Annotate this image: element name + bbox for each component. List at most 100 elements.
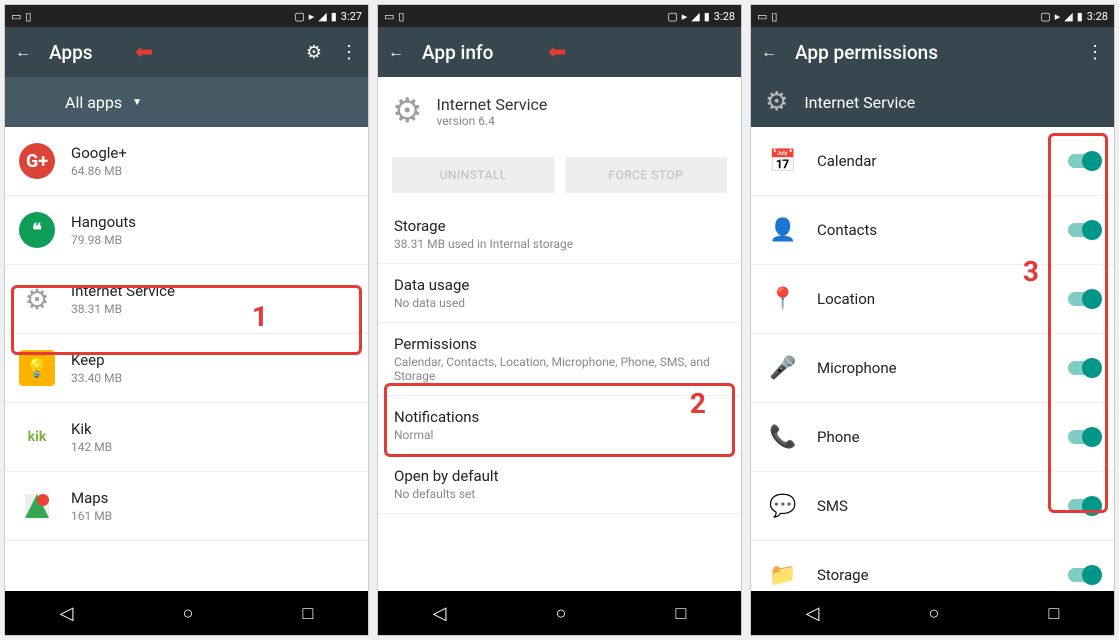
app-row[interactable]: kik Kik 142 MB <box>5 403 368 472</box>
app-name: Google+ <box>71 144 354 162</box>
phone-apps: ▭ ▯ ▢ ▸ ◢ ▮ 3:27 ← Apps ⚙ ⋮ All apps ▼ G… <box>4 4 369 636</box>
permissions-section[interactable]: Permissions Calendar, Contacts, Location… <box>378 323 741 396</box>
app-bar: ← Apps ⚙ ⋮ <box>5 27 368 77</box>
filter-bar[interactable]: All apps ▼ <box>5 77 368 127</box>
app-size: 79.98 MB <box>71 233 354 247</box>
nav-back-icon[interactable]: ◁ <box>433 603 447 624</box>
app-name: Internet Service <box>804 93 915 112</box>
nav-back-icon[interactable]: ◁ <box>60 603 74 624</box>
back-icon[interactable]: ← <box>15 42 31 62</box>
hangouts-icon: ❝ <box>19 212 55 248</box>
settings-icon[interactable]: ⚙ <box>306 42 322 63</box>
open-default-section[interactable]: Open by default No defaults set <box>378 455 741 514</box>
app-row[interactable]: G+ Google+ 64.86 MB <box>5 127 368 196</box>
perm-toggle[interactable] <box>1068 568 1100 582</box>
battery-icon: ▮ <box>1077 10 1083 23</box>
location-icon: 📍 <box>765 281 801 317</box>
perm-label: Location <box>817 290 1052 308</box>
data-usage-section[interactable]: Data usage No data used <box>378 264 741 323</box>
overflow-icon[interactable]: ⋮ <box>340 42 358 63</box>
overflow-icon[interactable]: ⋮ <box>1086 42 1104 63</box>
storage-icon: 📁 <box>765 557 801 591</box>
perm-toggle[interactable] <box>1068 223 1100 237</box>
status-bar: ▭ ▯ ▢ ▸ ◢ ▮ 3:28 <box>378 5 741 27</box>
app-size: 33.40 MB <box>71 371 354 385</box>
nav-recent-icon[interactable]: □ <box>1049 603 1060 624</box>
notification-icon: ▯ <box>398 10 404 23</box>
maps-icon <box>19 488 55 524</box>
perm-label: Calendar <box>817 152 1052 170</box>
uninstall-button[interactable]: UNINSTALL <box>392 157 555 193</box>
nav-home-icon[interactable]: ○ <box>929 603 940 624</box>
appbar-title: Apps <box>49 41 288 64</box>
notification-icon: ▯ <box>771 10 777 23</box>
notifications-section[interactable]: Notifications Normal <box>378 396 741 455</box>
gear-icon: ⚙ <box>765 87 788 117</box>
section-title: Notifications <box>394 408 725 426</box>
wifi-icon: ▸ <box>1055 10 1061 23</box>
perm-row-storage: 📁 Storage <box>751 541 1114 591</box>
kik-icon: kik <box>19 419 55 455</box>
app-row[interactable]: 💡 Keep 33.40 MB <box>5 334 368 403</box>
button-row: UNINSTALL FORCE STOP <box>378 145 741 205</box>
back-icon[interactable]: ← <box>388 42 404 62</box>
notification-icon: ▭ <box>384 10 394 23</box>
calendar-icon: 📅 <box>765 143 801 179</box>
battery-icon: ▮ <box>331 10 337 23</box>
app-name: Keep <box>71 351 354 369</box>
perm-row-phone: 📞 Phone <box>751 403 1114 472</box>
perm-toggle[interactable] <box>1068 154 1100 168</box>
app-version: version 6.4 <box>436 114 547 128</box>
wifi-icon: ▸ <box>309 10 315 23</box>
app-list: G+ Google+ 64.86 MB ❝ Hangouts 79.98 MB … <box>5 127 368 591</box>
vibrate-icon: ▢ <box>667 10 677 23</box>
perm-toggle[interactable] <box>1068 361 1100 375</box>
sms-icon: 💬 <box>765 488 801 524</box>
app-name: Maps <box>71 489 354 507</box>
vibrate-icon: ▢ <box>1040 10 1050 23</box>
back-icon[interactable]: ← <box>761 42 777 62</box>
section-title: Data usage <box>394 276 725 294</box>
app-size: 64.86 MB <box>71 164 354 178</box>
nav-recent-icon[interactable]: □ <box>676 603 687 624</box>
app-row[interactable]: ❝ Hangouts 79.98 MB <box>5 196 368 265</box>
permission-list: 📅 Calendar 👤 Contacts 📍 Location 🎤 Micro… <box>751 127 1114 591</box>
section-title: Permissions <box>394 335 725 353</box>
storage-section[interactable]: Storage 38.31 MB used in Internal storag… <box>378 205 741 264</box>
contacts-icon: 👤 <box>765 212 801 248</box>
notification-icon: ▯ <box>25 10 31 23</box>
app-header: ⚙ Internet Service version 6.4 <box>378 77 741 145</box>
section-sub: No defaults set <box>394 487 725 501</box>
perm-row-location: 📍 Location <box>751 265 1114 334</box>
app-name: Internet Service <box>436 95 547 114</box>
app-size: 161 MB <box>71 509 354 523</box>
section-title: Storage <box>394 217 725 235</box>
nav-bar: ◁ ○ □ <box>751 591 1114 635</box>
nav-home-icon[interactable]: ○ <box>183 603 194 624</box>
app-name: Internet Service <box>71 282 354 300</box>
perm-row-contacts: 👤 Contacts <box>751 196 1114 265</box>
app-row-internet-service[interactable]: ⚙ Internet Service 38.31 MB <box>5 265 368 334</box>
notification-icon: ▭ <box>757 10 767 23</box>
status-bar: ▭ ▯ ▢ ▸ ◢ ▮ 3:28 <box>751 5 1114 27</box>
perm-toggle[interactable] <box>1068 292 1100 306</box>
app-size: 142 MB <box>71 440 354 454</box>
keep-icon: 💡 <box>19 350 55 386</box>
app-row[interactable]: Maps 161 MB <box>5 472 368 541</box>
perm-toggle[interactable] <box>1068 430 1100 444</box>
signal-icon: ◢ <box>1064 10 1072 23</box>
gear-icon: ⚙ <box>19 281 55 317</box>
force-stop-button[interactable]: FORCE STOP <box>565 157 728 193</box>
app-bar: ← App info <box>378 27 741 77</box>
section-title: Open by default <box>394 467 725 485</box>
perm-toggle[interactable] <box>1068 499 1100 513</box>
nav-recent-icon[interactable]: □ <box>303 603 314 624</box>
filter-label: All apps <box>65 93 122 112</box>
nav-back-icon[interactable]: ◁ <box>806 603 820 624</box>
appbar-title: App permissions <box>795 41 1068 64</box>
perm-row-sms: 💬 SMS <box>751 472 1114 541</box>
app-header: ⚙ Internet Service <box>751 77 1114 127</box>
perm-label: Contacts <box>817 221 1052 239</box>
app-bar: ← App permissions ⋮ <box>751 27 1114 77</box>
nav-home-icon[interactable]: ○ <box>556 603 567 624</box>
